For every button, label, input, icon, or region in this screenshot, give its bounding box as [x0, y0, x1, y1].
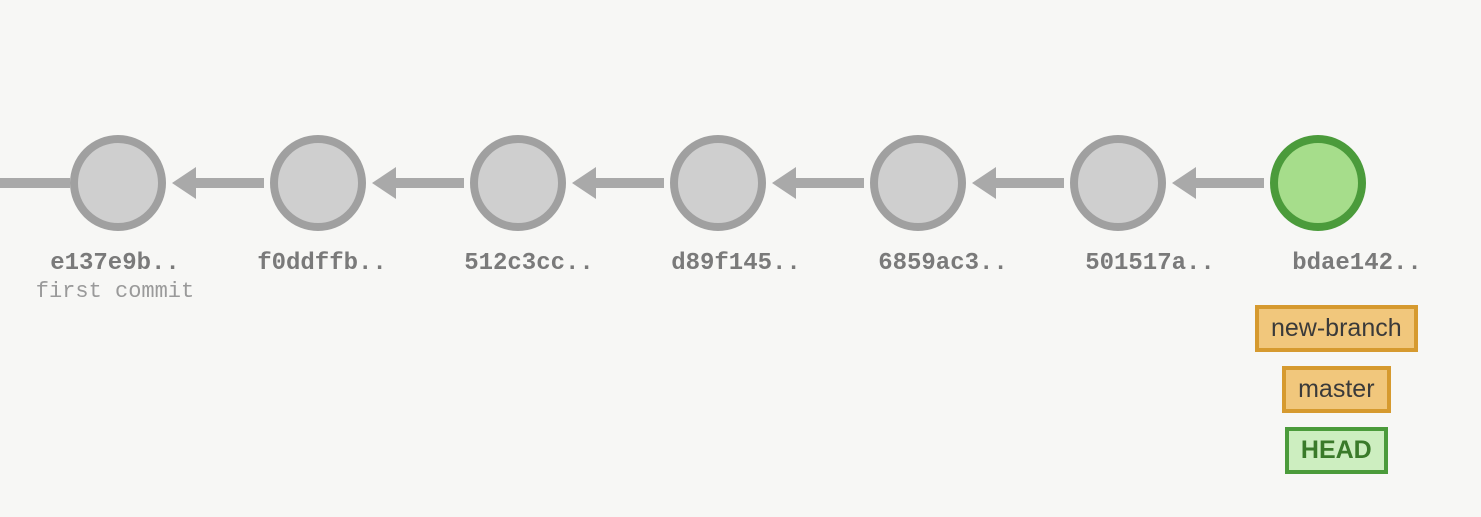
commit-hash: 501517a..	[1050, 250, 1250, 277]
commit-label-5: 501517a..	[1050, 250, 1250, 277]
arrow-left-icon	[1172, 167, 1196, 199]
parent-arrow	[972, 167, 1064, 199]
commit-circle-head	[1270, 135, 1366, 231]
arrow-left-icon	[972, 167, 996, 199]
commit-label-4: 6859ac3..	[843, 250, 1043, 277]
parent-arrow	[172, 167, 264, 199]
parent-arrow	[1172, 167, 1264, 199]
refs-column: new-branch master HEAD	[1255, 305, 1418, 474]
branch-tag-master: master	[1282, 366, 1390, 413]
commit-hash: d89f145..	[636, 250, 836, 277]
commit-circle	[470, 135, 566, 231]
commit-circle	[70, 135, 166, 231]
arrow-line	[1196, 178, 1264, 188]
commit-node-6	[1270, 135, 1366, 231]
commit-hash: 6859ac3..	[843, 250, 1043, 277]
parent-arrow	[372, 167, 464, 199]
commit-node-0	[70, 135, 166, 231]
arrow-left-icon	[572, 167, 596, 199]
arrow-line	[796, 178, 864, 188]
arrow-line	[396, 178, 464, 188]
commit-hash: f0ddffb..	[222, 250, 422, 277]
commit-node-4	[870, 135, 966, 231]
history-continuation-line	[0, 178, 70, 188]
commit-row	[0, 135, 1481, 231]
parent-arrow	[572, 167, 664, 199]
commit-label-6: bdae142..	[1257, 250, 1457, 277]
commit-label-2: 512c3cc..	[429, 250, 629, 277]
commit-circle	[1070, 135, 1166, 231]
arrow-line	[996, 178, 1064, 188]
head-tag: HEAD	[1285, 427, 1388, 474]
commit-circle	[870, 135, 966, 231]
parent-arrow	[772, 167, 864, 199]
commit-node-3	[670, 135, 766, 231]
commit-label-0: e137e9b.. first commit	[15, 250, 215, 304]
commit-label-3: d89f145..	[636, 250, 836, 277]
commit-hash: 512c3cc..	[429, 250, 629, 277]
arrow-line	[596, 178, 664, 188]
commit-circle	[670, 135, 766, 231]
commit-label-1: f0ddffb..	[222, 250, 422, 277]
arrow-line	[196, 178, 264, 188]
commit-node-1	[270, 135, 366, 231]
arrow-left-icon	[172, 167, 196, 199]
arrow-left-icon	[772, 167, 796, 199]
arrow-left-icon	[372, 167, 396, 199]
commit-node-5	[1070, 135, 1166, 231]
commit-node-2	[470, 135, 566, 231]
commit-circle	[270, 135, 366, 231]
commit-message: first commit	[15, 279, 215, 304]
commit-hash: e137e9b..	[15, 250, 215, 277]
branch-tag-new-branch: new-branch	[1255, 305, 1418, 352]
commit-hash: bdae142..	[1257, 250, 1457, 277]
